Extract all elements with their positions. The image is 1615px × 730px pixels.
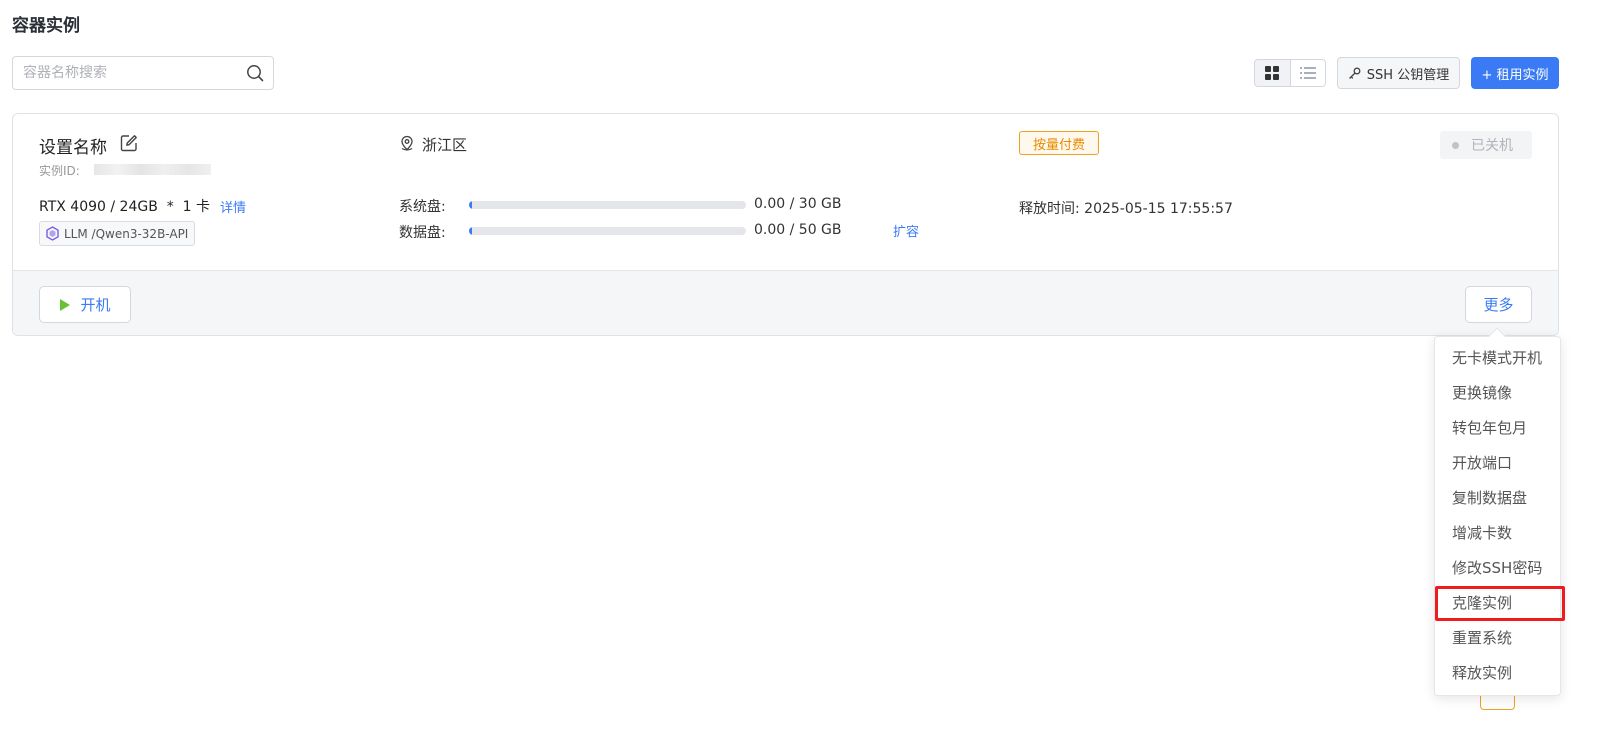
key-icon (1348, 67, 1361, 79)
view-mode-toggle (1254, 59, 1326, 87)
ssh-key-management-label: SSH 公钥管理 (1366, 67, 1450, 83)
rent-instance-button[interactable]: + 租用实例 (1471, 57, 1559, 89)
grid-view-icon (1265, 66, 1280, 80)
status-dot (1452, 141, 1459, 149)
menu-item-open-port[interactable]: 开放端口 (1435, 446, 1560, 481)
menu-item-start-without-gpu[interactable]: 无卡模式开机 (1435, 341, 1560, 376)
status-badge: 已关机 (1440, 131, 1532, 159)
menu-item-copy-data-disk[interactable]: 复制数据盘 (1435, 481, 1560, 516)
image-tag-label: LLM /Qwen3-32B-API (64, 226, 189, 241)
region-text: 浙江区 (422, 136, 468, 154)
data-disk-value: 0.00 / 50 GB (754, 222, 842, 238)
details-link[interactable]: 详情 (220, 197, 246, 216)
status-label: 已关机 (1471, 138, 1513, 154)
instance-id-redacted (94, 164, 211, 175)
menu-item-clone-instance[interactable]: 克隆实例 (1435, 586, 1560, 621)
data-disk-fill (469, 227, 472, 235)
location-icon (401, 135, 413, 151)
menu-item-change-image[interactable]: 更换镜像 (1435, 376, 1560, 411)
search-icon[interactable] (246, 64, 264, 82)
grid-view-button[interactable] (1255, 60, 1291, 86)
expand-disk-link[interactable]: 扩容 (893, 221, 919, 240)
edit-icon[interactable] (120, 134, 138, 152)
instance-id-label: 实例ID: (39, 164, 80, 178)
menu-item-switch-to-subscription[interactable]: 转包年包月 (1435, 411, 1560, 446)
model-logo-icon (46, 226, 59, 241)
menu-item-release-instance[interactable]: 释放实例 (1435, 656, 1560, 691)
card-footer: 开机 更多 (13, 270, 1558, 335)
gpu-spec: RTX 4090 / 24GB * 1 卡 (39, 199, 210, 215)
system-disk-label: 系统盘: (399, 199, 446, 215)
menu-item-change-ssh-password[interactable]: 修改SSH密码 (1435, 551, 1560, 586)
instance-card: 设置名称 实例ID: RTX 4090 / 24GB * 1 卡 详情 LLM … (12, 113, 1559, 336)
system-disk-fill (469, 201, 472, 209)
list-view-button[interactable] (1291, 60, 1326, 86)
data-disk-label: 数据盘: (399, 225, 446, 241)
more-button[interactable]: 更多 (1465, 286, 1532, 323)
release-time: 释放时间: 2025-05-15 17:55:57 (1019, 201, 1233, 217)
search-box[interactable] (12, 56, 274, 90)
page-title: 容器实例 (12, 16, 80, 36)
data-disk-progress (469, 227, 746, 235)
system-disk-value: 0.00 / 30 GB (754, 196, 842, 212)
menu-item-reset-system[interactable]: 重置系统 (1435, 621, 1560, 656)
system-disk-progress (469, 201, 746, 209)
billing-badge: 按量付费 (1019, 131, 1100, 155)
start-button-label: 开机 (80, 296, 111, 314)
search-input[interactable] (13, 57, 238, 89)
more-dropdown-menu: 无卡模式开机 更换镜像 转包年包月 开放端口 复制数据盘 增减卡数 修改SSH密… (1434, 327, 1561, 696)
ssh-key-management-button[interactable]: SSH 公钥管理 (1337, 57, 1460, 89)
menu-item-adjust-gpu-count[interactable]: 增减卡数 (1435, 516, 1560, 551)
image-tag: LLM /Qwen3-32B-API (39, 221, 196, 246)
list-view-icon (1299, 67, 1316, 79)
play-icon (60, 298, 71, 311)
start-button[interactable]: 开机 (39, 286, 131, 323)
more-menu-list: 无卡模式开机 更换镜像 转包年包月 开放端口 复制数据盘 增减卡数 修改SSH密… (1435, 341, 1560, 691)
underlay-fragment (1480, 696, 1515, 710)
instance-name: 设置名称 (39, 138, 107, 158)
